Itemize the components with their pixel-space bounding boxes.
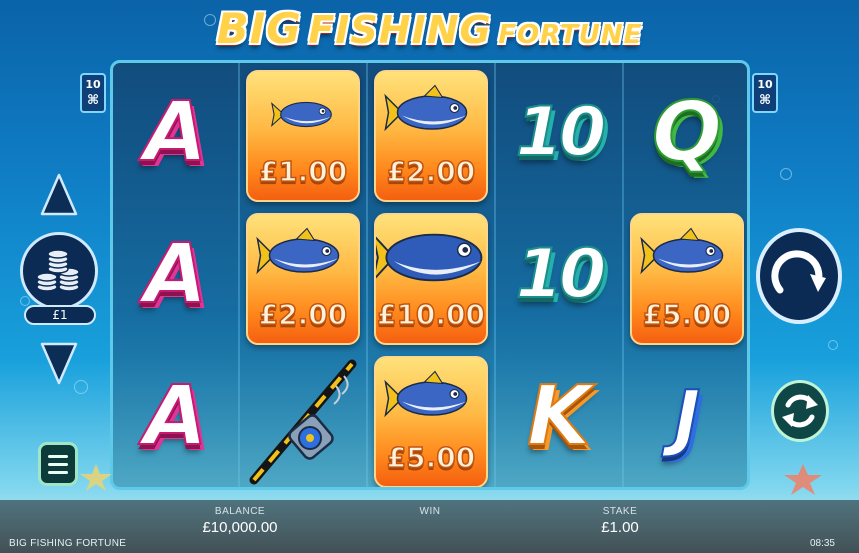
fishing-rod-icon (249, 359, 356, 485)
fish-prize-value: £10.00 (376, 297, 486, 332)
reel-symbol: Q (624, 63, 747, 203)
symbol-letter-k: K (526, 369, 592, 464)
stake-selector[interactable] (20, 232, 98, 310)
win-label: WIN (419, 506, 441, 517)
reel-symbol: A (113, 63, 238, 203)
reel-symbol: 10 (496, 205, 622, 345)
paylines-icon: ⌘ (758, 93, 772, 108)
game-title-logo: BIG FISHING FORTUNE (0, 2, 859, 62)
starfish-icon (784, 464, 822, 495)
stake-display: STAKE £1.00 (570, 506, 670, 536)
balance-label: BALANCE (214, 506, 266, 517)
reel-symbol: A (113, 205, 238, 345)
fish-prize-value: £5.00 (642, 297, 732, 332)
bubble-decoration (780, 168, 792, 180)
paylines-icon: ⌘ (86, 93, 100, 108)
menu-icon (48, 470, 68, 474)
title-word-big: BIG (216, 4, 302, 53)
clock-display: 08:35 (809, 538, 835, 549)
paylines-badge-left: 10 ⌘ (80, 73, 106, 113)
fish-money-symbol: £2.00 (374, 70, 488, 202)
fish-icon (271, 101, 332, 128)
reel-symbol: K (496, 347, 622, 487)
reel-divider (366, 63, 368, 487)
fish-icon (384, 84, 468, 132)
symbol-letter-a: A (143, 227, 208, 322)
menu-icon (48, 462, 68, 466)
paylines-count: 10 (757, 78, 773, 91)
symbol-ten: 10 (515, 93, 608, 172)
arrow-down-icon (40, 342, 78, 385)
reel-symbol: 10 (496, 63, 622, 203)
stake-down-button[interactable] (39, 340, 79, 386)
arrow-up-icon (40, 173, 78, 216)
fish-money-symbol: £10.00 (374, 213, 488, 345)
title-word-fishing: FISHING (308, 8, 492, 52)
fish-icon (376, 233, 483, 282)
stake-up-button[interactable] (39, 172, 79, 218)
coin-stack-icon (36, 249, 80, 292)
fish-icon (256, 227, 340, 275)
spin-icon (771, 250, 826, 294)
menu-button[interactable] (38, 442, 78, 486)
stake-label: STAKE (602, 506, 638, 517)
fish-money-symbol: £5.00 (630, 213, 744, 345)
menu-icon (48, 454, 68, 458)
reel-divider (238, 63, 240, 487)
fish-icon (640, 227, 724, 275)
win-display: WIN (390, 506, 470, 519)
reel-symbol: A (113, 347, 238, 487)
fish-money-symbol: £1.00 (246, 70, 360, 202)
game-name-label: BIG FISHING FORTUNE (9, 538, 127, 549)
spin-button[interactable] (756, 228, 842, 324)
symbol-letter-a: A (143, 369, 208, 464)
starfish-icon (80, 464, 112, 491)
fishing-rod-symbol (241, 347, 366, 487)
fish-prize-value: £5.00 (386, 440, 476, 475)
fish-money-symbol: £5.00 (374, 356, 488, 487)
symbol-letter-a: A (143, 85, 208, 180)
fish-prize-value: £1.00 (258, 154, 348, 189)
paylines-count: 10 (85, 78, 101, 91)
autoplay-icon (782, 394, 818, 428)
fish-money-symbol: £2.00 (246, 213, 360, 345)
symbol-ten: 10 (515, 235, 608, 314)
stake-value: £1.00 (601, 519, 639, 536)
symbol-letter-q: Q (651, 85, 723, 180)
reels-grid: A A A £1.00 £2.00 £2.00 £10.00 £5.00 10 … (110, 60, 750, 490)
fish-prize-value: £2.00 (258, 297, 348, 332)
autoplay-button[interactable] (771, 380, 829, 442)
fish-icon (384, 370, 468, 418)
status-bar: BALANCE £10,000.00 WIN STAKE £1.00 BIG F… (0, 500, 859, 553)
title-word-fortune: FORTUNE (498, 20, 643, 50)
paylines-badge-right: 10 ⌘ (752, 73, 778, 113)
balance-value: £10,000.00 (202, 519, 278, 536)
fish-prize-value: £2.00 (386, 154, 476, 189)
bubble-decoration (828, 340, 838, 350)
symbol-letter-j: J (673, 375, 702, 459)
stake-selector-value: £1 (24, 305, 96, 325)
balance-display: BALANCE £10,000.00 (180, 506, 300, 536)
reel-symbol: J (624, 347, 747, 487)
